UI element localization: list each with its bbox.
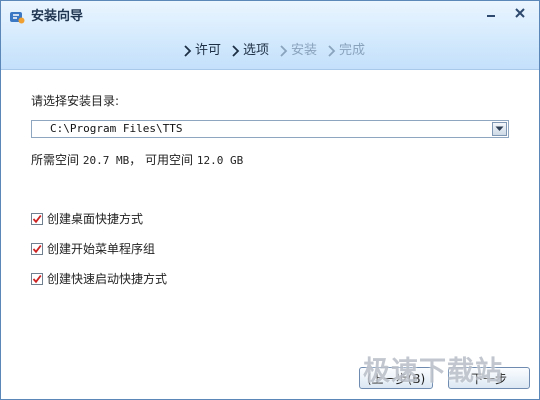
disk-space-info: 所需空间 20.7 MB， 可用空间 12.0 GB — [31, 151, 243, 168]
minimize-icon — [487, 15, 495, 17]
minimize-button[interactable] — [481, 5, 501, 21]
step-label: 选项 — [243, 43, 270, 58]
chevron-right-icon — [232, 45, 240, 57]
checkmark-icon — [32, 274, 42, 283]
desktop-shortcut-checkbox[interactable] — [31, 212, 43, 225]
space-available-value: 12.0 GB — [196, 154, 244, 167]
checkmark-icon — [32, 244, 42, 253]
quick-launch-checkbox[interactable] — [31, 272, 43, 285]
space-available-label: 可用空间 — [145, 153, 194, 167]
install-path-select[interactable]: C:\Program Files\TTS — [31, 120, 509, 138]
step-label: 许可 — [195, 43, 222, 58]
step-label: 完成 — [339, 43, 366, 58]
step-install: 安装 — [279, 43, 317, 59]
step-options: 选项 — [231, 43, 269, 59]
start-menu-checkbox[interactable] — [31, 242, 43, 255]
chevron-right-icon — [184, 45, 192, 57]
start-menu-option[interactable]: 创建开始菜单程序组 — [31, 240, 155, 257]
option-label: 创建开始菜单程序组 — [47, 242, 156, 256]
step-finish: 完成 — [327, 43, 365, 59]
space-required-value: 20.7 MB — [82, 154, 130, 167]
chevron-down-icon — [495, 126, 504, 131]
installer-window: 安装向导 许可 选项 安装 完成 请选择安装目录: C:\Program Fil… — [0, 0, 540, 400]
header-bar: 安装向导 许可 选项 安装 完成 — [1, 1, 539, 70]
next-button[interactable]: 下一步 — [448, 367, 530, 389]
dropdown-button[interactable] — [492, 122, 507, 136]
option-label: 创建桌面快捷方式 — [47, 212, 144, 226]
back-button[interactable]: (上一步(B) — [359, 367, 433, 389]
quick-launch-option[interactable]: 创建快速启动快捷方式 — [31, 270, 167, 287]
chevron-right-icon — [328, 45, 336, 57]
chevron-right-icon — [280, 45, 288, 57]
install-dir-label: 请选择安装目录: — [31, 94, 120, 108]
desktop-shortcut-option[interactable]: 创建桌面快捷方式 — [31, 210, 143, 227]
option-label: 创建快速启动快捷方式 — [47, 272, 168, 286]
space-separator: ， — [129, 153, 142, 167]
window-title: 安装向导 — [31, 9, 84, 24]
space-required-label: 所需空间 — [31, 153, 80, 167]
step-indicator: 许可 选项 安装 完成 — [183, 43, 375, 59]
step-label: 安装 — [291, 43, 318, 58]
close-button[interactable] — [510, 5, 530, 21]
install-path-value: C:\Program Files\TTS — [50, 122, 183, 135]
installer-app-icon — [9, 9, 25, 25]
close-icon — [515, 8, 525, 18]
checkmark-icon — [32, 214, 42, 223]
step-license: 许可 — [183, 43, 221, 59]
